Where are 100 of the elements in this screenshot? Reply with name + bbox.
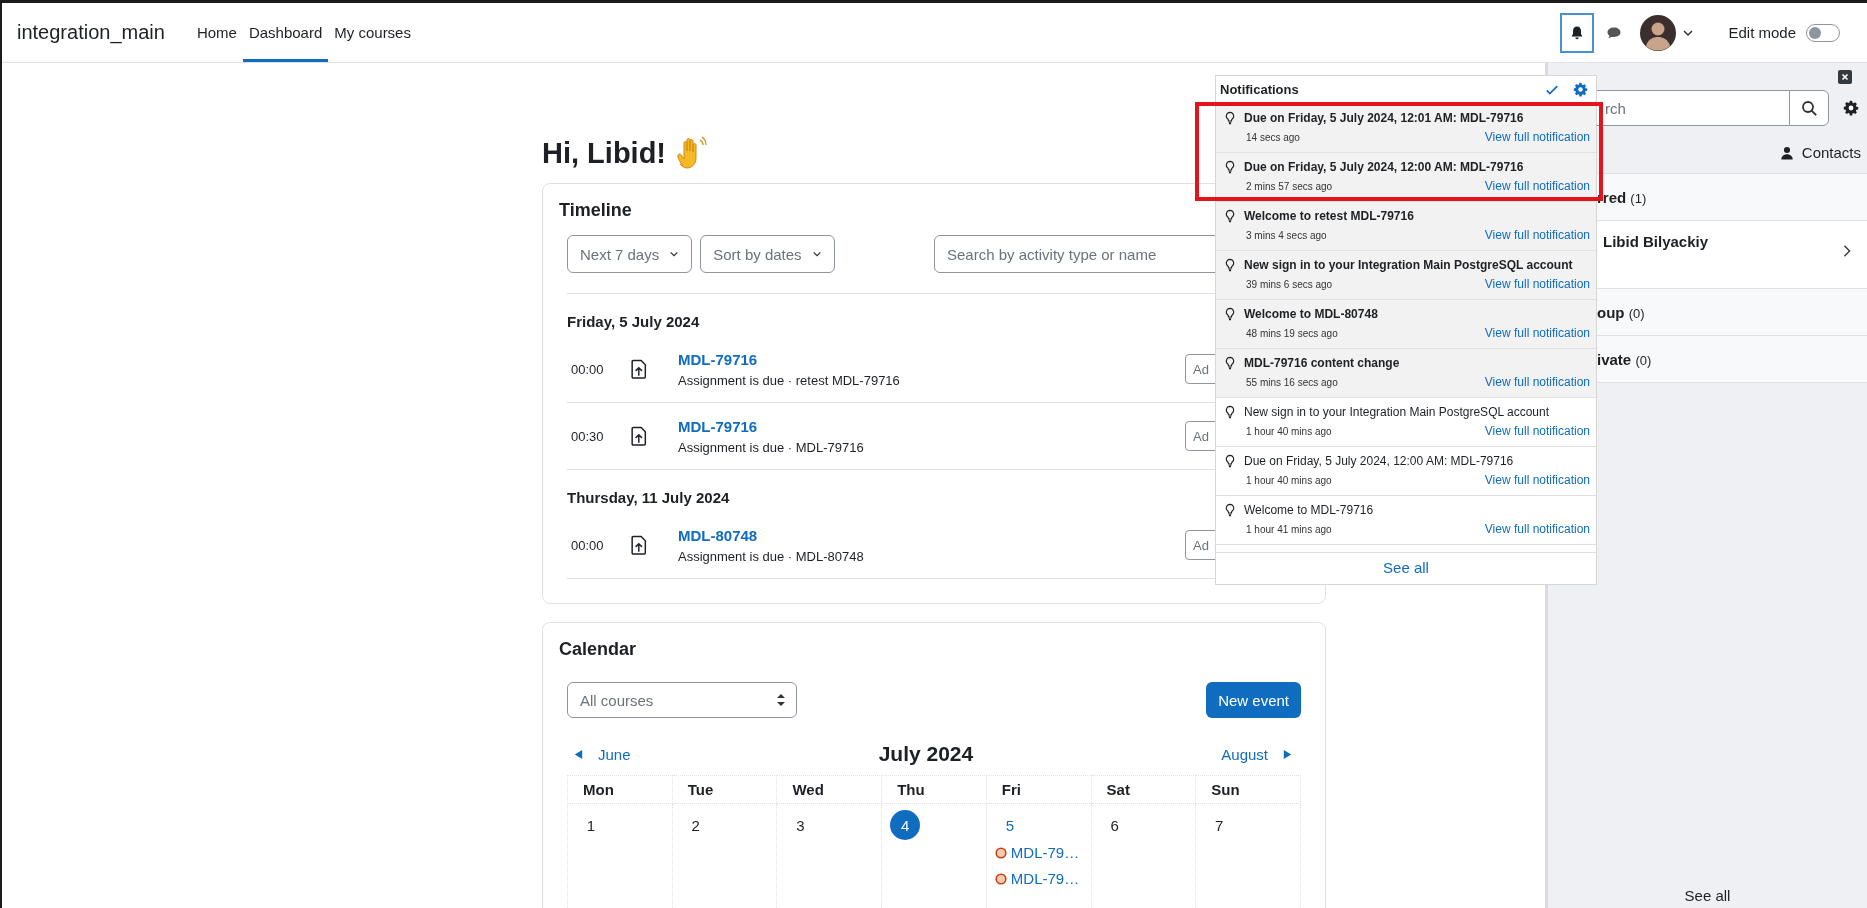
event-link[interactable]: MDL-79716 xyxy=(678,350,900,368)
notification-title: Due on Friday, 5 July 2024, 12:00 AM: MDL-79716 xyxy=(1244,454,1514,468)
event-dot-icon xyxy=(994,872,1007,885)
calendar-event-link[interactable]: MDL-79… xyxy=(1010,844,1080,861)
notification-time: 1 hour 40 mins ago xyxy=(1246,426,1332,437)
notifications-button[interactable] xyxy=(1560,12,1595,53)
contact-item[interactable]: Libid Bilyackiy xyxy=(1595,221,1867,289)
person-icon xyxy=(1779,144,1794,161)
file-upload-icon xyxy=(630,535,648,555)
lightbulb-icon xyxy=(1224,404,1236,420)
waving-hand-icon xyxy=(674,136,709,170)
right-arrow-icon xyxy=(1282,747,1293,761)
event-link[interactable]: MDL-79716 xyxy=(678,417,864,435)
new-event-button[interactable]: New event xyxy=(1206,682,1301,718)
file-upload-icon xyxy=(630,359,648,379)
card-title: Calendar xyxy=(559,639,637,660)
edit-mode-toggle[interactable] xyxy=(1806,23,1840,42)
calendar-event-link[interactable]: MDL-79… xyxy=(1010,870,1080,887)
day-number[interactable]: 5 xyxy=(994,810,1025,840)
notification-title: Due on Friday, 5 July 2024, 12:00 AM: MDL-79716 xyxy=(1244,160,1524,174)
weekday-header: Sun xyxy=(1196,775,1301,804)
section-toggle[interactable]: oup (0) xyxy=(1595,289,1867,336)
notification-time: 55 mins 16 secs ago xyxy=(1246,377,1338,388)
event-link[interactable]: MDL-80748 xyxy=(678,526,864,544)
event-dot-icon xyxy=(994,846,1007,859)
nav-tab[interactable]: Home xyxy=(190,6,243,62)
close-icon[interactable] xyxy=(1838,70,1852,84)
notification-title: Welcome to retest MDL-79716 xyxy=(1244,209,1414,223)
event-subtitle: Assignment is due · retest MDL-79716 xyxy=(678,372,900,388)
notification-time: 14 secs ago xyxy=(1246,132,1300,143)
notification-item[interactable]: MDL-79716 content change 55 mins 16 secs ago View full notification xyxy=(1216,349,1596,398)
day-number: 2 xyxy=(690,815,701,836)
day-number: 3 xyxy=(795,815,806,836)
event-time: 00:00 xyxy=(571,361,605,377)
search-field[interactable]: rch xyxy=(1597,90,1789,126)
weekday-header: Wed xyxy=(777,775,883,804)
view-notification-link[interactable]: View full notification xyxy=(1484,326,1590,340)
weekday-header: Tue xyxy=(672,775,778,804)
popover-title: Notifications xyxy=(1220,82,1299,97)
view-notification-link[interactable]: View full notification xyxy=(1484,522,1590,536)
edit-mode-label: Edit mode xyxy=(1728,24,1796,41)
filter-dropdown[interactable]: Sort by dates xyxy=(700,235,835,273)
chevron-right-icon xyxy=(1841,243,1853,259)
lightbulb-icon xyxy=(1224,355,1236,371)
notification-item[interactable]: Welcome to retest MDL-79716 3 mins 4 secs ago View full notification xyxy=(1216,202,1596,251)
view-notification-link[interactable]: View full notification xyxy=(1484,130,1590,144)
lightbulb-icon xyxy=(1224,257,1236,273)
date-heading: Thursday, 11 July 2024 xyxy=(567,489,730,506)
site-name[interactable]: integration_main xyxy=(17,21,165,44)
day-number[interactable]: 4 xyxy=(890,810,921,840)
avatar[interactable] xyxy=(1640,14,1677,51)
see-all-link[interactable]: See all xyxy=(1383,559,1429,576)
notification-time: 1 hour 41 mins ago xyxy=(1246,524,1332,535)
settings-icon[interactable] xyxy=(1843,100,1859,116)
next-month-link[interactable]: August xyxy=(1221,745,1293,763)
event-subtitle: Assignment is due · MDL-79716 xyxy=(678,439,864,455)
file-upload-icon xyxy=(630,426,648,446)
section-toggle[interactable]: ivate (0) xyxy=(1595,336,1867,383)
view-notification-link[interactable]: View full notification xyxy=(1484,424,1590,438)
nav-tab[interactable]: My courses xyxy=(328,6,417,62)
notification-item[interactable]: Due on Friday, 5 July 2024, 12:01 AM: MDL-79716 14 secs ago View full notification xyxy=(1216,104,1596,153)
view-notification-link[interactable]: View full notification xyxy=(1484,473,1590,487)
notification-title: Welcome to MDL-80748 xyxy=(1244,307,1378,321)
lightbulb-icon xyxy=(1224,159,1236,175)
view-notification-link[interactable]: View full notification xyxy=(1484,228,1590,242)
view-notification-link[interactable]: View full notification xyxy=(1484,277,1590,291)
day-number: 1 xyxy=(585,815,597,836)
date-heading: Friday, 5 July 2024 xyxy=(567,313,700,330)
notification-title: MDL-79716 content change xyxy=(1244,356,1400,370)
left-arrow-icon xyxy=(573,747,584,761)
contact-name: Libid Bilyackiy xyxy=(1603,233,1709,252)
greeting: Hi, Libid! xyxy=(542,136,667,170)
nav-tab[interactable]: Dashboard xyxy=(242,6,329,62)
notification-item[interactable]: Welcome to MDL-80748 48 mins 19 secs ago View full notification xyxy=(1216,300,1596,349)
notification-title: Welcome to MDL-79716 xyxy=(1244,503,1374,517)
day-number: 7 xyxy=(1214,815,1225,836)
event-time: 00:00 xyxy=(571,537,605,553)
notification-time: 1 hour 40 mins ago xyxy=(1246,475,1332,486)
event-subtitle: Assignment is due · MDL-80748 xyxy=(678,548,864,564)
notification-item[interactable]: New sign in to your Integration Main PostgreSQL account 39 mins 6 secs ago View full notification xyxy=(1216,251,1596,300)
sort-arrows-icon xyxy=(776,693,786,707)
notification-time: 39 mins 6 secs ago xyxy=(1246,279,1333,290)
contacts-link[interactable]: Contacts xyxy=(1779,144,1861,161)
card-title: Timeline xyxy=(559,200,632,221)
lightbulb-icon xyxy=(1224,208,1236,224)
notification-title: New sign in to your Integration Main PostgreSQL account xyxy=(1244,405,1550,419)
view-notification-link[interactable]: View full notification xyxy=(1484,375,1590,389)
see-all-link[interactable]: See all xyxy=(1548,887,1867,908)
caret-icon xyxy=(811,249,822,259)
filter-dropdown[interactable]: Next 7 days xyxy=(567,235,693,273)
view-notification-link[interactable]: View full notification xyxy=(1484,179,1590,193)
caret-icon xyxy=(669,249,680,259)
month-title: July 2024 xyxy=(878,742,974,766)
notification-title: Due on Friday, 5 July 2024, 12:01 AM: MDL-79716 xyxy=(1244,111,1524,125)
weekday-header: Sat xyxy=(1091,775,1197,804)
search-button[interactable] xyxy=(1789,90,1829,126)
event-time: 00:30 xyxy=(571,428,605,444)
lightbulb-icon xyxy=(1224,502,1236,518)
previous-month-link[interactable]: June xyxy=(573,745,631,763)
course-select[interactable]: All courses xyxy=(567,682,797,718)
